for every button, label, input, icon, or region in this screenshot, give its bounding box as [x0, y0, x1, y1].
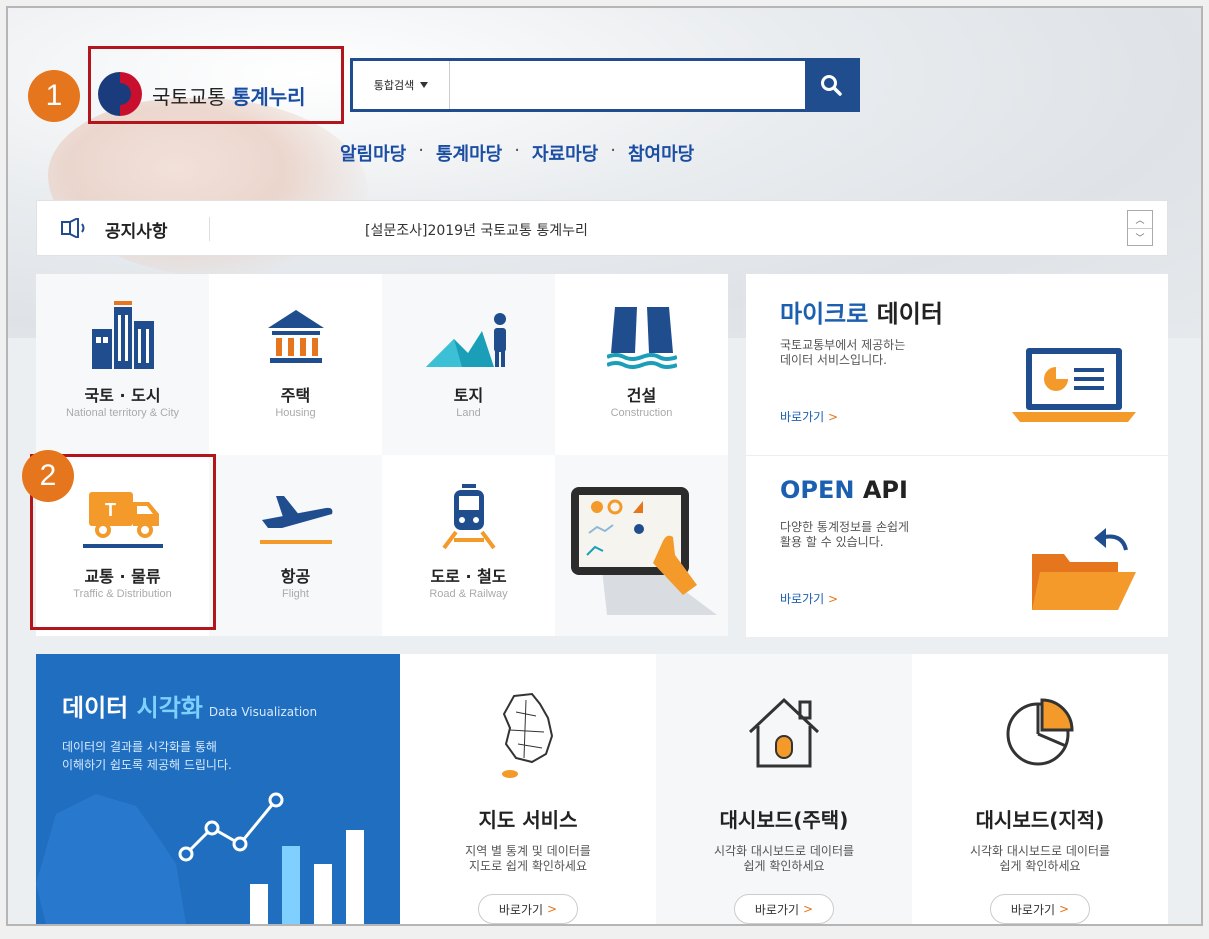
search-icon [821, 75, 842, 96]
micro-data-desc: 국토교통부에서 제공하는 데이터 서비스입니다. [780, 338, 906, 367]
korea-map-icon [502, 692, 554, 778]
category-national-territory[interactable]: 국토 · 도시 National territory & City [36, 274, 209, 455]
service-go-button[interactable]: 바로가기 > [734, 894, 834, 924]
laptop-chart-icon [1012, 348, 1136, 422]
category-label-en: Construction [610, 407, 673, 419]
notice-message[interactable]: [설문조사]2019년 국토교통 통계누리 [365, 220, 588, 240]
category-construction[interactable]: 건설 Construction [555, 274, 728, 455]
service-desc: 지역 별 통계 및 데이터를 지도로 쉽게 확인하세요 [465, 844, 591, 873]
category-road-railway[interactable]: 도로 · 철도 Road & Railway [382, 455, 555, 636]
category-label: 토지 [453, 386, 484, 405]
search-scope-select[interactable]: 통합검색 [353, 61, 450, 109]
category-land[interactable]: 토지 Land [382, 274, 555, 455]
search-button[interactable] [805, 61, 857, 109]
data-viz-title: 데이터 시각화 Data Visualization [62, 694, 318, 722]
notice-up-button[interactable]: ︿ [1128, 211, 1152, 228]
category-label-en: Land [456, 407, 481, 419]
main-nav: 알림마당 · 통계마당 · 자료마당 · 참여마당 [340, 140, 694, 166]
tablet-illustration [555, 455, 728, 636]
data-visualization-panel[interactable]: 데이터 시각화 Data Visualization 데이터의 결과를 시각화를 … [36, 654, 400, 924]
category-label: 건설 [626, 386, 657, 405]
service-desc: 시각화 대시보드로 데이터를 쉽게 확인하세요 [713, 844, 855, 873]
service-title: 지도 서비스 [478, 808, 578, 832]
pie-chart-icon [1006, 698, 1074, 766]
house-icon [267, 310, 324, 363]
search-input[interactable] [450, 61, 805, 109]
train-icon [441, 484, 496, 550]
construction-icon [606, 307, 677, 369]
notice-divider [209, 217, 210, 241]
house-outline-icon [748, 697, 820, 768]
nav-item-data[interactable]: 자료마당 [532, 140, 598, 166]
category-label-en: Flight [282, 588, 309, 600]
service-dashboard-housing[interactable]: 대시보드(주택) 시각화 대시보드로 데이터를 쉽게 확인하세요 바로가기 > [656, 654, 912, 924]
open-api-panel[interactable]: OPEN API 다양한 통계정보를 손쉽게 활용 할 수 있습니다. 바로가기 … [746, 456, 1168, 637]
building-icon [91, 301, 154, 369]
category-label: 도로 · 철도 [430, 567, 507, 586]
micro-data-link[interactable]: 바로가기 > [780, 408, 838, 425]
airplane-icon [259, 496, 332, 544]
nav-separator: · [514, 140, 520, 161]
notice-scroll-control: ︿ ﹀ [1127, 210, 1153, 246]
category-label-en: Road & Railway [429, 588, 508, 600]
service-map[interactable]: 지도 서비스 지역 별 통계 및 데이터를 지도로 쉽게 확인하세요 바로가기 > [400, 654, 656, 924]
category-label-en: National territory & City [65, 407, 180, 419]
service-title: 대시보드(주택) [719, 808, 849, 832]
open-api-link[interactable]: 바로가기 > [780, 590, 838, 607]
category-label: 주택 [280, 386, 311, 405]
service-dashboard-cadastral[interactable]: 대시보드(지적) 시각화 대시보드로 데이터를 쉽게 확인하세요 바로가기 > [912, 654, 1168, 924]
service-go-button[interactable]: 바로가기 > [478, 894, 578, 924]
caret-down-icon [420, 82, 429, 88]
search-bar: 통합검색 [350, 58, 860, 112]
notice-down-button[interactable]: ﹀ [1128, 228, 1152, 245]
land-icon [425, 313, 506, 367]
taegeuk-logo-icon[interactable] [98, 72, 142, 116]
micro-data-panel[interactable]: 마이크로 데이터 국토교통부에서 제공하는 데이터 서비스입니다. 바로가기 > [746, 274, 1168, 455]
data-viz-illustration [36, 792, 364, 924]
notice-bar: 공지사항 [설문조사]2019년 국토교통 통계누리 ︿ ﹀ [36, 200, 1168, 256]
category-label: 항공 [280, 567, 311, 586]
notice-title: 공지사항 [105, 222, 168, 242]
service-desc: 시각화 대시보드로 데이터를 쉽게 확인하세요 [969, 844, 1111, 873]
open-api-title: OPEN API [780, 476, 908, 504]
service-title: 대시보드(지적) [975, 808, 1105, 832]
micro-data-title: 마이크로 데이터 [780, 300, 943, 328]
nav-item-participation[interactable]: 참여마당 [628, 140, 694, 166]
site-logo[interactable]: 국토교통 통계누리 [152, 81, 306, 110]
service-go-button[interactable]: 바로가기 > [990, 894, 1090, 924]
category-housing[interactable]: 주택 Housing [209, 274, 382, 455]
open-api-desc: 다양한 통계정보를 손쉽게 활용 할 수 있습니다. [780, 520, 910, 549]
category-label: 국토 · 도시 [84, 386, 161, 405]
nav-separator: · [610, 140, 616, 161]
nav-separator: · [418, 140, 424, 161]
nav-item-statistics[interactable]: 통계마당 [436, 140, 502, 166]
nav-item-notice[interactable]: 알림마당 [340, 140, 406, 166]
step-badge-2: 2 [22, 450, 74, 502]
tablet-chart-icon [571, 487, 717, 615]
category-flight[interactable]: 항공 Flight [209, 455, 382, 636]
folder-arrow-icon [1032, 528, 1136, 610]
speaker-icon [61, 218, 85, 238]
category-label-en: Housing [275, 407, 316, 419]
step-badge-1: 1 [28, 70, 80, 122]
